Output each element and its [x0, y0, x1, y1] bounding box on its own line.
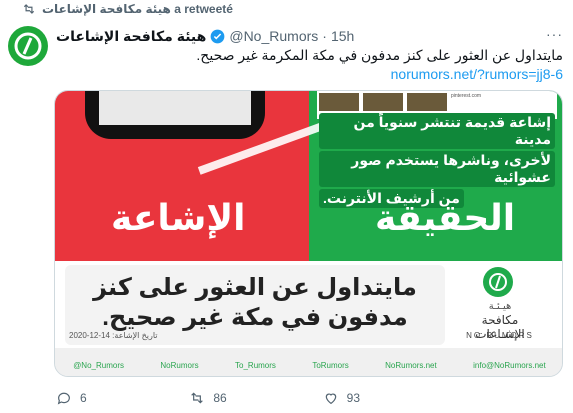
- social-facebook: NoRumors: [160, 361, 199, 370]
- more-options-button[interactable]: ···: [546, 26, 563, 42]
- tweet-link[interactable]: norumors.net/?rumors=jj8-6: [391, 66, 563, 82]
- reply-icon: [57, 392, 70, 405]
- no-rumors-logo-icon: [14, 32, 42, 60]
- tweet-text: مايتداول عن العثور على كنز مدفون في مكة …: [196, 47, 563, 63]
- verified-badge-icon: [210, 29, 225, 43]
- rumor-date: تاريخ الإشاعة: 14-12-2020: [69, 331, 158, 340]
- social-snapchat: @No_Rumors: [73, 361, 124, 370]
- avatar[interactable]: [8, 26, 48, 66]
- fact-line: لأخرى، وناشرها يستخدم صور عشوائية: [319, 150, 555, 187]
- fact-explanation: إشاعة قديمة تنتشر سنوياً من مدينة لأخرى،…: [319, 112, 555, 208]
- like-count: 93: [346, 391, 361, 405]
- thumb-image: [363, 93, 403, 111]
- handle[interactable]: @No_Rumors: [229, 28, 318, 44]
- heart-icon: [325, 393, 336, 405]
- social-website: NoRumors.net: [385, 361, 437, 370]
- separator-dot: ·: [322, 28, 327, 44]
- logo-arabic-top: هيـئـة: [488, 301, 512, 312]
- retweet-icon: [191, 392, 204, 404]
- logo-latin: NO RUMORS: [466, 331, 534, 340]
- social-youtube: ToRumors: [312, 361, 349, 370]
- social-email: info@NoRumors.net: [473, 361, 546, 370]
- display-name[interactable]: هيئة مكافحة الإشاعات: [56, 28, 206, 45]
- thumb-image: [319, 93, 359, 111]
- like-button[interactable]: 93: [323, 390, 456, 406]
- retweet-icon: [23, 4, 35, 14]
- label-rumor: الإشاعة: [111, 197, 246, 238]
- retweet-button[interactable]: 86: [189, 390, 322, 406]
- tweet-header: هيئة مكافحة الإشاعات @No_Rumors · 15h ··…: [56, 26, 563, 46]
- retweet-context-text: هيئة مكافحة الإشاعات a retweeté: [42, 2, 233, 16]
- brand-logo-icon: [483, 267, 513, 297]
- timestamp[interactable]: 15h: [331, 28, 354, 44]
- reply-button[interactable]: 6: [56, 390, 189, 406]
- phone-illustration: [85, 91, 265, 139]
- retweet-context[interactable]: هيئة مكافحة الإشاعات a retweeté: [22, 0, 233, 18]
- tweet-actions: 6 86 93: [56, 388, 456, 408]
- social-instagram: To_Rumors: [235, 361, 276, 370]
- social-handles: @No_Rumors NoRumors To_Rumors ToRumors N…: [55, 353, 562, 376]
- tweet-media-image[interactable]: pinterest.com إشاعة قديمة تنتشر سنوياً م…: [54, 90, 563, 377]
- retweet-count: 86: [213, 391, 227, 405]
- label-fact: الحقيقة: [375, 197, 516, 238]
- fact-line: إشاعة قديمة تنتشر سنوياً من مدينة: [319, 112, 555, 149]
- reply-count: 6: [80, 391, 87, 405]
- thumb-image: [407, 93, 447, 111]
